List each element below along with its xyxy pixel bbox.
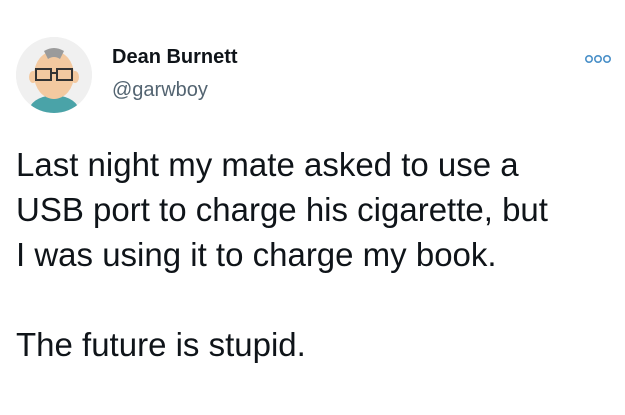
avatar[interactable] bbox=[16, 37, 92, 113]
paragraph-break bbox=[16, 277, 616, 322]
tweet-text-line: The future is stupid. bbox=[16, 326, 306, 363]
author-name[interactable]: Dean Burnett bbox=[112, 45, 238, 69]
tweet-card: Dean Burnett @garwboy Last night my mate… bbox=[0, 0, 625, 415]
tweet-text-line: Last night my mate asked to use a bbox=[16, 146, 519, 183]
author-handle[interactable]: @garwboy bbox=[112, 78, 208, 102]
tweet-text: Last night my mate asked to use a USB po… bbox=[16, 142, 616, 367]
avatar-cartoon-face-icon bbox=[16, 37, 92, 113]
tweet-text-line: I was using it to charge my book. bbox=[16, 236, 497, 273]
more-options-icon[interactable] bbox=[584, 52, 612, 66]
tweet-text-line: USB port to charge his cigarette, but bbox=[16, 191, 548, 228]
